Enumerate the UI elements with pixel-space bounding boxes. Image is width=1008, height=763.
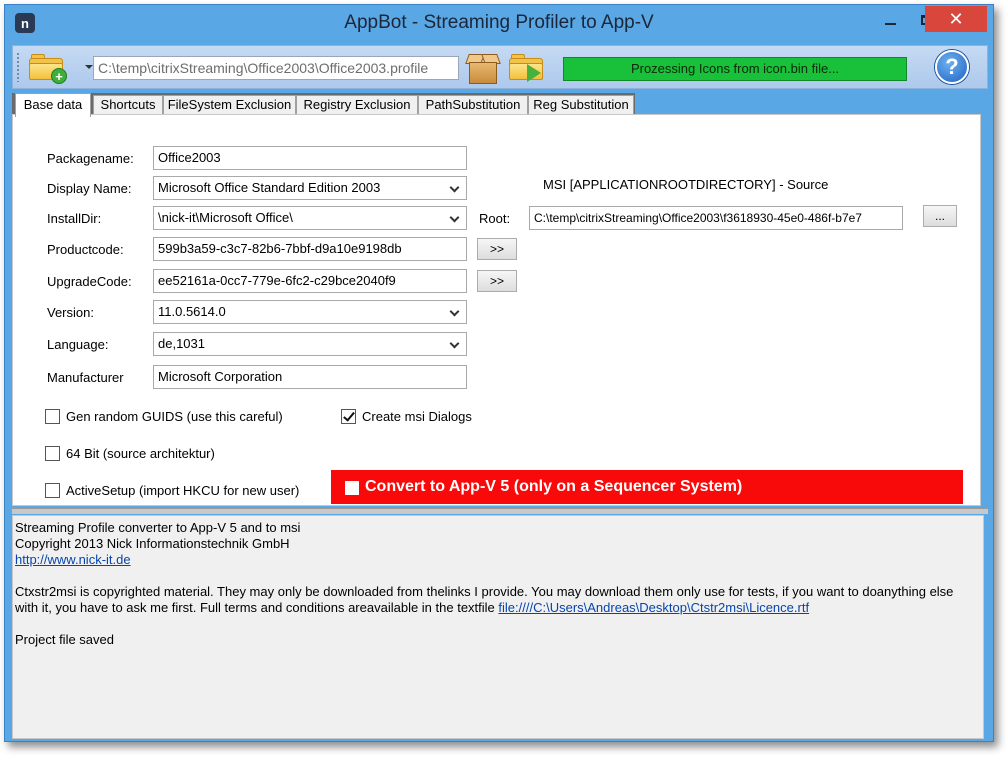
splitter[interactable] xyxy=(12,508,988,514)
active-setup-label[interactable]: ActiveSetup (import HKCU for new user) xyxy=(66,483,299,498)
upgradecode-label: UpgradeCode: xyxy=(47,274,132,289)
chevron-down-icon xyxy=(449,212,460,223)
log-line: Project file saved xyxy=(15,632,114,647)
plus-icon: + xyxy=(51,68,67,84)
chevron-down-icon xyxy=(449,182,460,193)
convert-button-label: Convert to App-V 5 (only on a Sequencer … xyxy=(365,478,743,495)
profile-path-field[interactable]: C:\temp\citrixStreaming\Office2003\Offic… xyxy=(93,56,459,80)
version-label: Version: xyxy=(47,305,94,320)
root-path-input[interactable]: C:\temp\citrixStreaming\Office2003\f3618… xyxy=(529,206,903,230)
base-data-panel: Packagename: Office2003 Display Name: Mi… xyxy=(12,114,981,506)
install-dir-combo[interactable]: \nick-it\Microsoft Office\ xyxy=(153,206,467,230)
arrow-right-icon xyxy=(527,64,541,82)
close-icon: ✕ xyxy=(948,8,964,29)
help-button[interactable]: ? xyxy=(935,50,969,84)
display-name-label: Display Name: xyxy=(47,181,132,196)
version-value: 11.0.5614.0 xyxy=(158,304,226,319)
package-button[interactable] xyxy=(465,52,501,84)
tab-reg-substitution[interactable]: Reg Substitution xyxy=(528,95,634,115)
root-label: Root: xyxy=(479,211,511,226)
productcode-generate-button[interactable]: >> xyxy=(477,238,517,260)
log-line: Streaming Profile converter to App-V 5 a… xyxy=(15,520,301,535)
manufacturer-label: Manufacturer xyxy=(47,370,124,385)
language-value: de,1031 xyxy=(158,336,205,351)
licence-file-link[interactable]: file:////C:\Users\Andreas\Desktop\Ctstr2… xyxy=(498,600,809,615)
language-combo[interactable]: de,1031 xyxy=(153,332,467,356)
tab-shortcuts[interactable]: Shortcuts xyxy=(93,95,163,115)
tab-base-data[interactable]: Base data xyxy=(15,93,91,117)
tab-path-substitution[interactable]: PathSubstitution xyxy=(418,95,528,115)
packagename-label: Packagename: xyxy=(47,151,134,166)
tab-filesystem-exclusion[interactable]: FileSystem Exclusion xyxy=(163,95,296,115)
title-bar[interactable]: n AppBot - Streaming Profiler to App-V ✕ xyxy=(5,5,993,39)
minimize-button[interactable] xyxy=(871,5,909,35)
root-browse-button[interactable]: ... xyxy=(923,205,957,227)
upgradecode-input[interactable]: ee52161a-0cc7-779e-6fc2-c29bce2040f9 xyxy=(153,269,467,293)
toolbar: + C:\temp\citrixStreaming\Office2003\Off… xyxy=(12,45,988,89)
active-setup-checkbox[interactable] xyxy=(45,483,60,498)
status-progress-bar: Prozessing Icons from icon.bin file... xyxy=(563,57,907,81)
help-icon: ? xyxy=(945,54,959,79)
log-line: Copyright 2013 Nick Informationstechnik … xyxy=(15,536,290,551)
close-button[interactable]: ✕ xyxy=(925,6,987,32)
display-name-value: Microsoft Office Standard Edition 2003 xyxy=(158,180,381,195)
toolbar-grip-icon[interactable] xyxy=(16,52,20,82)
package-icon xyxy=(469,62,497,84)
window-title: AppBot - Streaming Profiler to App-V xyxy=(344,12,654,33)
msi-source-title: MSI [APPLICATIONROOTDIRECTORY] - Source xyxy=(543,177,829,192)
gen-random-guids-label[interactable]: Gen random GUIDS (use this careful) xyxy=(66,409,283,424)
minimize-icon xyxy=(884,23,896,25)
gen-random-guids-checkbox[interactable] xyxy=(45,409,60,424)
create-msi-dialogs-checkbox[interactable] xyxy=(341,409,356,424)
open-folder-button[interactable] xyxy=(509,54,543,82)
packagename-input[interactable]: Office2003 xyxy=(153,146,467,170)
log-line: with it, you have to ask me first. Full … xyxy=(15,600,499,615)
upgradecode-generate-button[interactable]: >> xyxy=(477,270,517,292)
create-msi-dialogs-label[interactable]: Create msi Dialogs xyxy=(362,409,472,424)
chevron-down-icon xyxy=(449,306,460,317)
chevron-down-icon xyxy=(449,338,460,349)
install-dir-value: \nick-it\Microsoft Office\ xyxy=(158,210,293,225)
convert-checkbox-icon xyxy=(345,481,359,495)
install-dir-label: InstallDir: xyxy=(47,211,102,226)
productcode-label: Productcode: xyxy=(47,242,124,257)
convert-to-appv-button[interactable]: Convert to App-V 5 (only on a Sequencer … xyxy=(331,470,963,504)
new-project-button[interactable]: + xyxy=(29,54,67,84)
bit64-checkbox[interactable] xyxy=(45,446,60,461)
tab-strip: Base data Shortcuts FileSystem Exclusion… xyxy=(12,93,635,117)
version-combo[interactable]: 11.0.5614.0 xyxy=(153,300,467,324)
new-project-dropdown-caret-icon[interactable] xyxy=(85,65,93,69)
log-line: Ctxstr2msi is copyrighted material. They… xyxy=(15,584,954,599)
bit64-label[interactable]: 64 Bit (source architektur) xyxy=(66,446,215,461)
manufacturer-input[interactable]: Microsoft Corporation xyxy=(153,365,467,389)
display-name-combo[interactable]: Microsoft Office Standard Edition 2003 xyxy=(153,176,467,200)
tab-registry-exclusion[interactable]: Registry Exclusion xyxy=(296,95,418,115)
productcode-input[interactable]: 599b3a59-c3c7-82b6-7bbf-d9a10e9198db xyxy=(153,237,467,261)
log-output[interactable]: Streaming Profile converter to App-V 5 a… xyxy=(12,515,984,739)
language-label: Language: xyxy=(47,337,109,352)
website-link[interactable]: http://www.nick-it.de xyxy=(15,552,131,567)
app-window: n AppBot - Streaming Profiler to App-V ✕… xyxy=(4,4,994,742)
